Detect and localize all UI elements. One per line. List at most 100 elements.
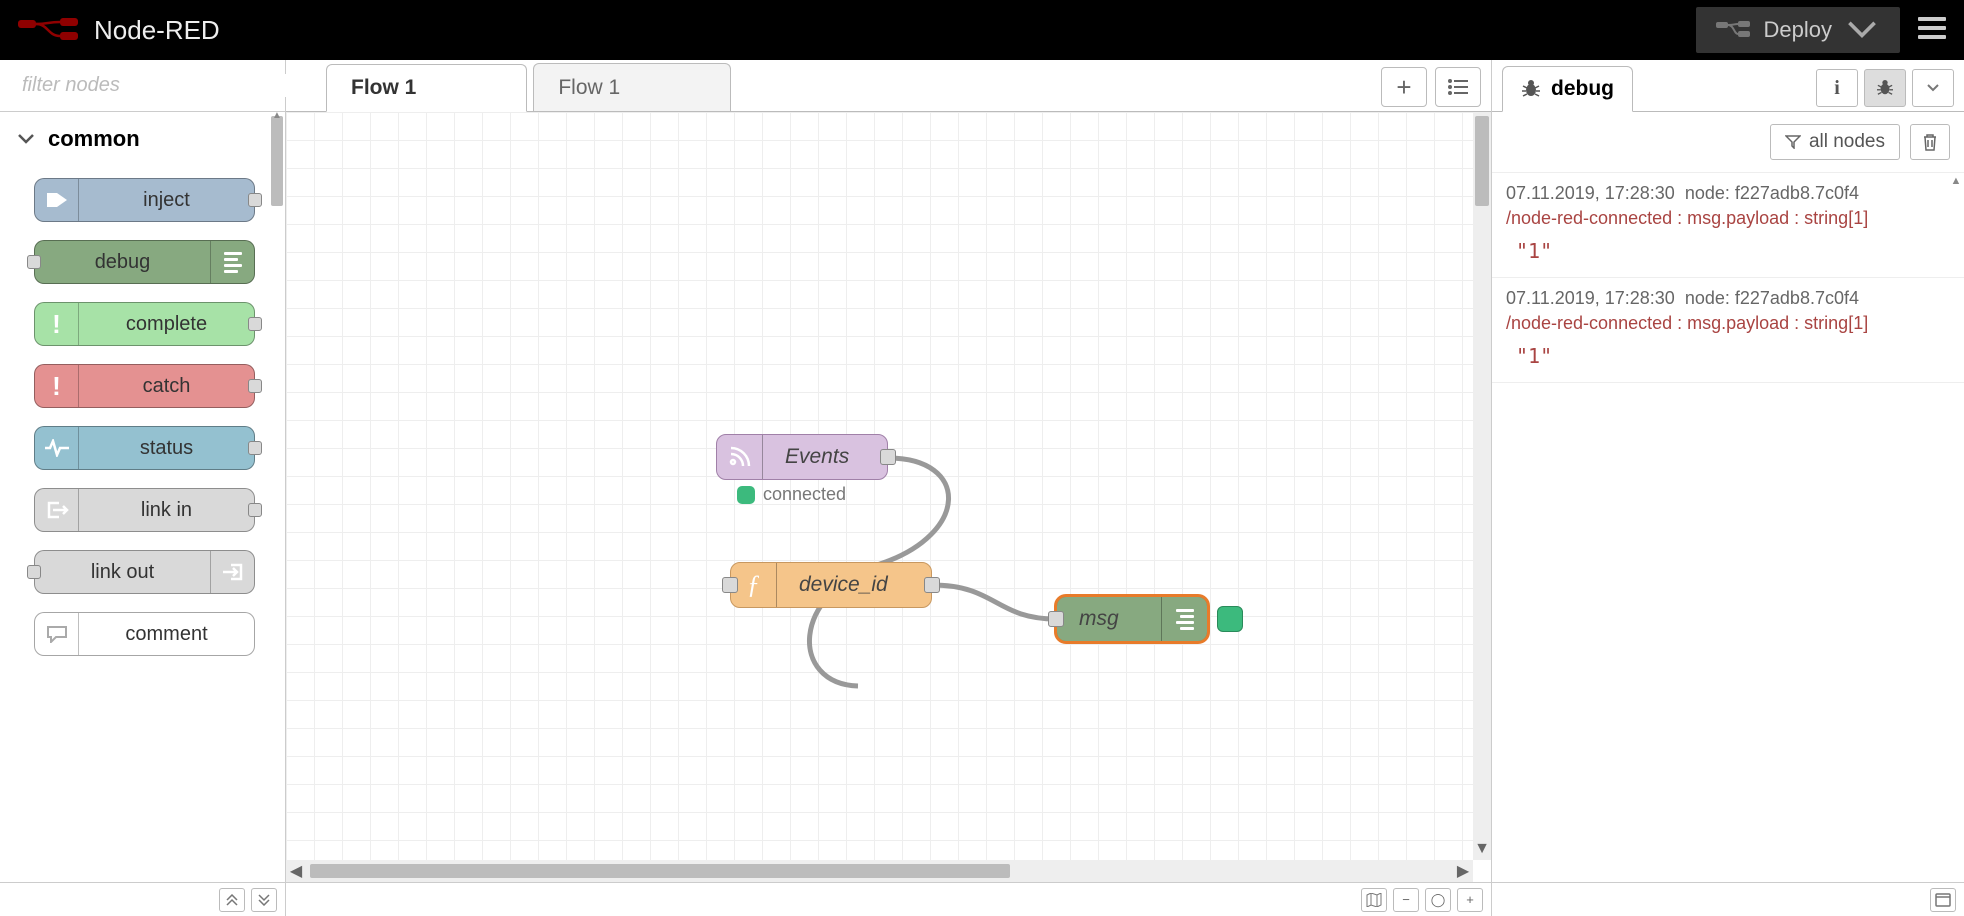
palette-node-link-in[interactable]: link in [34,488,255,532]
flow-node-label: device_id [777,573,910,597]
scroll-left-arrow-icon[interactable]: ◀ [286,861,306,881]
palette-scrollbar-thumb[interactable] [271,116,283,206]
workspace-tab[interactable]: Flow 1 [326,64,527,112]
hamburger-icon [1918,17,1946,39]
palette-node-link-out[interactable]: link out [34,550,255,594]
node-port-in[interactable] [27,565,41,579]
scroll-right-arrow-icon[interactable]: ▶ [1453,861,1473,881]
header-left: Node-RED [18,15,220,46]
scroll-down-arrow-icon[interactable]: ▼ [1473,840,1491,858]
debug-active-indicator[interactable] [1217,606,1243,632]
debug-timestamp: 07.11.2019, 17:28:30 [1506,288,1675,308]
palette-node-list: inject debug !complete !catch status link in l… [0,166,285,668]
bug-icon [1876,80,1894,96]
palette-node-inject[interactable]: inject [34,178,255,222]
comment-icon [35,613,79,655]
node-port-out[interactable] [924,577,940,593]
sidebar-scrollbar[interactable]: ▲ [1948,173,1964,882]
scroll-up-arrow-icon[interactable]: ▲ [1948,175,1964,187]
debug-clear-button[interactable] [1910,124,1950,160]
main: common inject debug !complete !catch status l… [0,60,1964,916]
workspace-canvas[interactable]: Events connected ƒ device_id [286,112,1473,860]
workspace-tab[interactable]: Flow 1 [533,63,731,111]
debug-message[interactable]: 07.11.2019, 17:28:30node: f227adb8.7c0f4… [1492,173,1964,278]
sidebar-debug-button[interactable] [1864,69,1906,107]
palette-footer [0,882,285,916]
palette-collapse-button[interactable] [219,888,245,912]
pulse-icon [35,427,79,469]
palette-category-header[interactable]: common [0,112,285,166]
chevron-down-icon [18,134,34,144]
zoom-reset-button[interactable]: ◯ [1425,888,1451,912]
scrollbar-thumb[interactable] [310,864,1010,878]
node-port-in[interactable] [722,577,738,593]
palette-node-label: link in [79,499,254,522]
zoom-in-button[interactable]: + [1457,888,1483,912]
palette-node-comment[interactable]: comment [34,612,255,656]
navigator-button[interactable] [1361,888,1387,912]
palette-body[interactable]: common inject debug !complete !catch status l… [0,112,285,882]
node-port-in[interactable] [1048,611,1064,627]
palette-node-catch[interactable]: !catch [34,364,255,408]
bang-icon: ! [35,365,79,407]
palette-node-debug[interactable]: debug [34,240,255,284]
add-tab-button[interactable]: + [1381,67,1427,107]
sidebar-tabs: debug i [1492,60,1964,112]
node-port-out[interactable] [248,193,262,207]
node-port-out[interactable] [248,441,262,455]
node-port-out[interactable] [880,449,896,465]
debug-topic: /node-red-connected : msg.payload : stri… [1506,313,1950,334]
chevron-down-icon [1927,84,1939,92]
map-icon [1366,893,1382,907]
palette-node-complete[interactable]: !complete [34,302,255,346]
palette-search[interactable] [0,60,285,112]
plus-icon: + [1396,72,1411,103]
chevrons-up-icon [226,894,238,906]
zoom-out-button[interactable]: − [1393,888,1419,912]
palette-expand-button[interactable] [251,888,277,912]
workspace-footer: − ◯ + [286,882,1491,916]
node-port-out[interactable] [248,379,262,393]
workspace-vertical-scrollbar[interactable]: ▼ [1473,112,1491,860]
node-status-text: connected [763,484,846,505]
status-dot-icon [737,486,755,504]
app-header: Node-RED Deploy [0,0,1964,60]
workspace-horizontal-scrollbar[interactable]: ◀ ▶ [286,860,1473,882]
workspace-canvas-wrap: Events connected ƒ device_id [286,112,1491,882]
link-in-icon [35,489,79,531]
palette-node-label: link out [35,561,210,584]
palette-node-status[interactable]: status [34,426,255,470]
node-port-in[interactable] [27,255,41,269]
node-port-out[interactable] [248,317,262,331]
debug-message[interactable]: 07.11.2019, 17:28:30node: f227adb8.7c0f4… [1492,278,1964,383]
deploy-button[interactable]: Deploy [1696,7,1900,53]
workspace-tab-label: Flow 1 [558,76,620,100]
scroll-up-arrow-icon[interactable]: ▲ [269,112,285,121]
inject-icon [35,179,79,221]
deploy-label: Deploy [1764,17,1832,43]
sidebar: debug i all nodes 07.11.2019, 17: [1492,60,1964,916]
workspace-tabs: Flow 1 Flow 1 + [286,60,1491,112]
chevron-down-icon [1844,21,1880,39]
flow-node-debug[interactable]: msg [1056,596,1208,642]
palette-search-input[interactable] [22,74,290,97]
menu-button[interactable] [1918,17,1946,44]
sidebar-body[interactable]: 07.11.2019, 17:28:30node: f227adb8.7c0f4… [1492,173,1964,882]
scrollbar-thumb[interactable] [1475,116,1489,206]
palette: common inject debug !complete !catch status l… [0,60,286,916]
flow-node-function[interactable]: ƒ device_id [730,562,932,608]
node-port-out[interactable] [248,503,262,517]
flow-node-events[interactable]: Events connected [716,434,888,480]
debug-filter-button[interactable]: all nodes [1770,124,1900,160]
sidebar-popout-button[interactable] [1930,888,1956,912]
debug-node-icon [1161,597,1207,641]
flow-node-label: Events [763,445,871,469]
palette-node-label: inject [79,189,254,212]
debug-value: "1" [1516,344,1950,368]
sidebar-info-button[interactable]: i [1816,69,1858,107]
sidebar-dropdown-button[interactable] [1912,69,1954,107]
tab-list-button[interactable] [1435,67,1481,107]
function-icon: ƒ [747,570,760,600]
sidebar-tab-debug[interactable]: debug [1502,66,1633,112]
workspace-tab-actions: + [1381,67,1491,111]
